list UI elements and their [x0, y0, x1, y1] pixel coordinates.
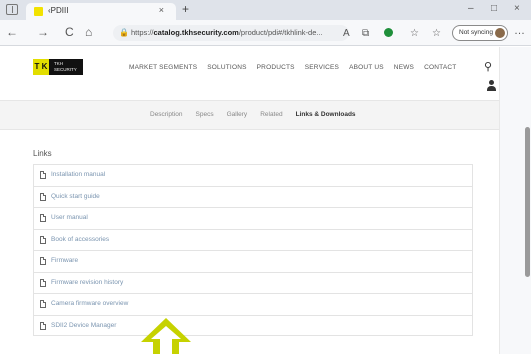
list-item[interactable]: Book of accessories — [33, 228, 473, 250]
reload-icon[interactable]: C — [65, 25, 74, 39]
document-icon — [40, 257, 46, 265]
tab-specs[interactable]: Specs — [196, 111, 214, 118]
list-item[interactable]: Quick start guide — [33, 185, 473, 207]
list-item[interactable]: Firmware revision history — [33, 271, 473, 293]
lock-icon[interactable]: 🔒 — [119, 28, 129, 38]
tab-description[interactable]: Description — [150, 111, 183, 118]
nav-market-segments[interactable]: MARKET SEGMENTS — [129, 64, 197, 71]
avatar — [495, 28, 505, 38]
browser-menu-icon[interactable] — [6, 4, 18, 15]
site-header: T K TKH SECURITY MARKET SEGMENTS SOLUTIO… — [0, 47, 531, 100]
home-icon[interactable]: ⌂ — [85, 25, 92, 39]
address-bar[interactable]: 🔒 https://catalog.tkhsecurity.com/produc… — [113, 25, 349, 41]
browser-toolbar: ← → C ⌂ 🔒 https://catalog.tkhsecurity.co… — [0, 20, 531, 46]
page-scrollbar[interactable] — [499, 47, 531, 354]
site-logo[interactable]: T K TKH SECURITY — [33, 59, 83, 75]
nav-products[interactable]: PRODUCTS — [257, 64, 295, 71]
scrollbar-thumb[interactable] — [525, 127, 530, 277]
nav-solutions[interactable]: SOLUTIONS — [207, 64, 246, 71]
maximize-icon[interactable]: □ — [491, 3, 497, 15]
forward-arrow-icon[interactable]: → — [37, 25, 49, 39]
link-book-of-accessories[interactable]: Book of accessories — [51, 236, 109, 243]
document-icon — [40, 235, 46, 244]
new-tab-button[interactable]: + — [182, 3, 189, 15]
list-item[interactable]: SDII2 Device Manager — [33, 314, 473, 336]
search-icon[interactable]: ⚲ — [484, 60, 492, 73]
document-icon — [40, 321, 46, 330]
document-icon — [40, 278, 46, 287]
minimize-icon[interactable]: – — [468, 3, 474, 15]
browser-tab-bar: ‹PDIII × + – □ × — [0, 0, 531, 20]
tab-favicon-icon — [34, 7, 43, 16]
browser-tab[interactable]: ‹PDIII × — [26, 3, 176, 20]
list-item[interactable]: Camera firmware overview — [33, 293, 473, 315]
nav-news[interactable]: NEWS — [394, 64, 414, 71]
link-device-manager[interactable]: SDII2 Device Manager — [51, 322, 116, 329]
favorites-icon[interactable]: ☆ — [410, 28, 419, 39]
document-icon — [40, 214, 46, 222]
link-firmware[interactable]: Firmware — [51, 257, 78, 264]
link-user-manual[interactable]: User manual — [51, 214, 88, 221]
logo-mark: T K — [33, 59, 49, 75]
tab-related[interactable]: Related — [260, 111, 282, 118]
links-list: Installation manual Quick start guide Us… — [33, 164, 473, 336]
url-text[interactable]: https://catalog.tkhsecurity.com/product/… — [131, 28, 345, 37]
tab-gallery[interactable]: Gallery — [227, 111, 248, 118]
arrow-up-icon — [141, 318, 191, 354]
extension-icon[interactable] — [384, 28, 393, 37]
links-heading: Links — [33, 149, 52, 158]
reading-view-icon[interactable]: A — [343, 28, 350, 39]
profile-label: Not syncing — [459, 29, 493, 36]
main-navigation: MARKET SEGMENTS SOLUTIONS PRODUCTS SERVI… — [129, 64, 456, 71]
tab-title: ‹PDIII — [48, 6, 69, 15]
logo-text: TKH SECURITY — [54, 61, 77, 72]
close-window-icon[interactable]: × — [514, 3, 520, 15]
document-icon — [40, 192, 46, 201]
more-icon[interactable]: … — [514, 25, 525, 37]
collections-icon[interactable]: ☆ — [432, 28, 441, 39]
product-tabs: Description Specs Gallery Related Links … — [0, 100, 499, 130]
tab-close-icon[interactable]: × — [159, 5, 164, 15]
nav-services[interactable]: SERVICES — [305, 64, 339, 71]
nav-contact[interactable]: CONTACT — [424, 64, 456, 71]
user-account-icon[interactable] — [486, 80, 496, 92]
back-arrow-icon[interactable]: ← — [6, 25, 18, 39]
link-firmware-revision-history[interactable]: Firmware revision history — [51, 279, 123, 286]
link-quick-start-guide[interactable]: Quick start guide — [51, 193, 100, 200]
document-icon — [40, 171, 46, 179]
list-item[interactable]: User manual — [33, 207, 473, 229]
list-item[interactable]: Firmware — [33, 250, 473, 272]
profile-button[interactable]: Not syncing — [452, 25, 508, 41]
tab-links-downloads[interactable]: Links & Downloads — [296, 111, 356, 118]
nav-about-us[interactable]: ABOUT US — [349, 64, 384, 71]
tab-actions-icon[interactable]: ⧉ — [362, 28, 369, 39]
document-icon — [40, 300, 46, 308]
list-item[interactable]: Installation manual — [33, 164, 473, 186]
link-camera-firmware-overview[interactable]: Camera firmware overview — [51, 300, 128, 307]
link-installation-manual[interactable]: Installation manual — [51, 171, 105, 178]
